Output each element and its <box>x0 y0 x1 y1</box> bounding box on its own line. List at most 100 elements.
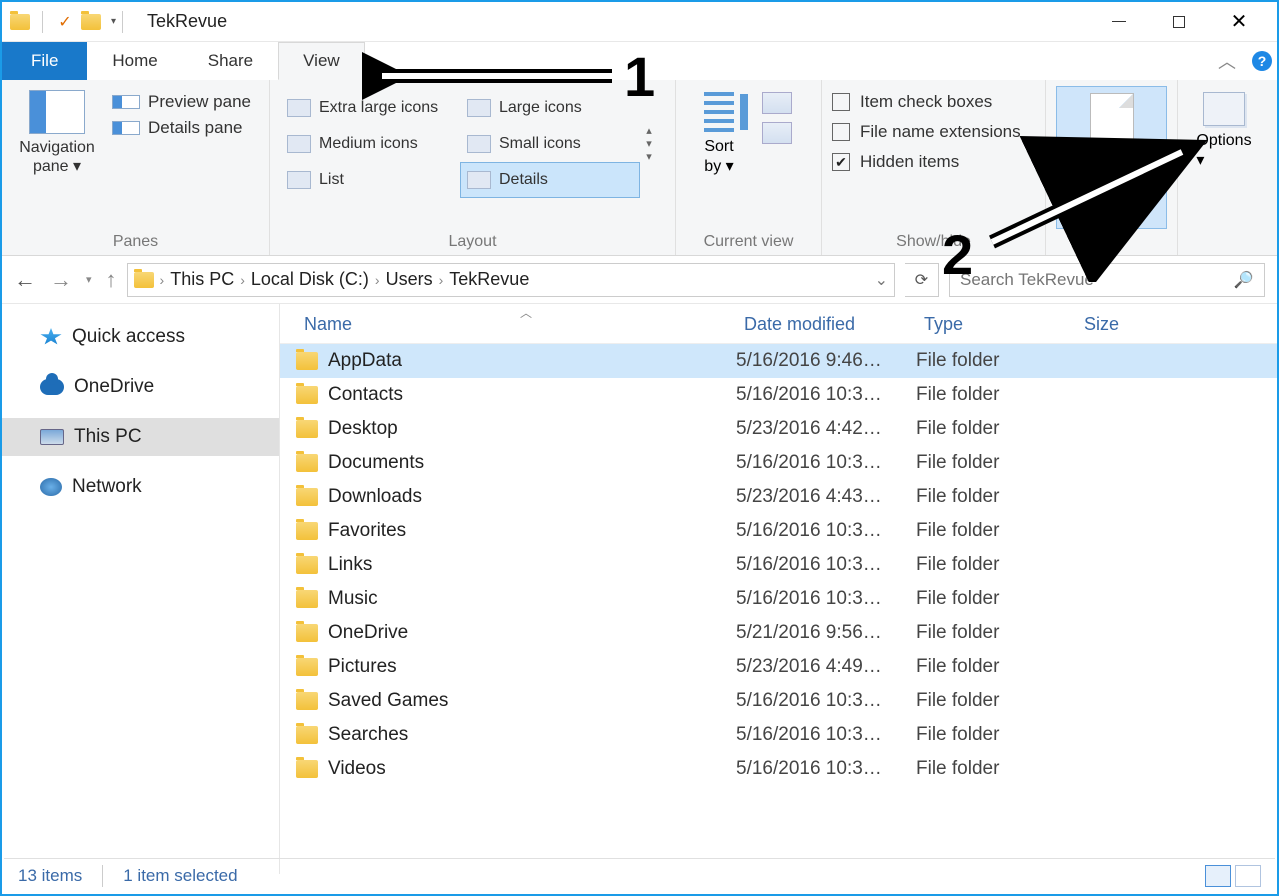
chevron-right-icon[interactable]: › <box>160 272 165 288</box>
file-name: Contacts <box>328 384 403 406</box>
address-dropdown-icon[interactable]: ⌄ <box>875 270 888 290</box>
file-row[interactable]: Links5/16/2016 10:3…File folder <box>280 548 1277 582</box>
close-button[interactable]: ✕ <box>1209 2 1269 42</box>
maximize-button[interactable] <box>1149 2 1209 42</box>
layout-large-icons[interactable]: Large icons <box>460 90 640 126</box>
file-row[interactable]: AppData5/16/2016 9:46…File folder <box>280 344 1277 378</box>
layout-medium-icons[interactable]: Medium icons <box>280 126 460 162</box>
add-columns-button[interactable] <box>762 92 792 114</box>
layout-details[interactable]: Details <box>460 162 640 198</box>
window-controls: ✕ <box>1089 2 1269 42</box>
breadcrumb-users[interactable]: Users <box>386 269 433 290</box>
file-row[interactable]: Favorites5/16/2016 10:3…File folder <box>280 514 1277 548</box>
file-name-extensions-toggle[interactable]: File name extensions <box>832 122 1021 142</box>
layout-scroll[interactable]: ▴▾▾ <box>640 90 658 198</box>
file-type: File folder <box>916 554 1076 576</box>
layout-small-icons[interactable]: Small icons <box>460 126 640 162</box>
properties-icon[interactable]: ✓ <box>55 12 75 32</box>
group-hide-selected: Hide selected items <box>1046 80 1178 255</box>
file-row[interactable]: Downloads5/23/2016 4:43…File folder <box>280 480 1277 514</box>
cloud-icon <box>40 379 64 395</box>
thumbnails-view-icon[interactable] <box>1235 865 1261 887</box>
options-button[interactable]: Options▾ <box>1188 86 1260 229</box>
file-row[interactable]: Videos5/16/2016 10:3…File folder <box>280 752 1277 786</box>
file-row[interactable]: Pictures5/23/2016 4:49…File folder <box>280 650 1277 684</box>
qat-dropdown-icon[interactable]: ▾ <box>111 16 116 27</box>
tab-file[interactable]: File <box>2 42 87 80</box>
item-check-boxes-toggle[interactable]: Item check boxes <box>832 92 1021 112</box>
layout-extra-large-icons[interactable]: Extra large icons <box>280 90 460 126</box>
sidebar-quick-access[interactable]: Quick access <box>2 318 279 356</box>
minimize-button[interactable] <box>1089 2 1149 42</box>
group-show-hide: Item check boxes File name extensions Hi… <box>822 80 1046 255</box>
group-panes: Navigation pane ▾ Preview pane Details p… <box>2 80 270 255</box>
file-name: Saved Games <box>328 690 448 712</box>
chevron-right-icon[interactable]: › <box>240 272 245 288</box>
help-icon: ? <box>1252 51 1272 71</box>
file-row[interactable]: Contacts5/16/2016 10:3…File folder <box>280 378 1277 412</box>
preview-pane-button[interactable]: Preview pane <box>112 92 251 112</box>
header-type[interactable]: Type <box>916 314 1076 335</box>
layout-icon <box>287 171 311 189</box>
file-row[interactable]: OneDrive5/21/2016 9:56…File folder <box>280 616 1277 650</box>
chevron-right-icon[interactable]: › <box>375 272 380 288</box>
up-button[interactable]: ↑ <box>106 267 117 293</box>
refresh-button[interactable]: ⟳ <box>905 263 939 297</box>
address-bar-row: ← → ▾ ↑ › This PC › Local Disk (C:) › Us… <box>2 256 1277 304</box>
sidebar-this-pc[interactable]: This PC <box>2 418 279 456</box>
checkbox-checked-icon <box>832 153 850 171</box>
file-row[interactable]: Desktop5/23/2016 4:42…File folder <box>280 412 1277 446</box>
file-name: OneDrive <box>328 622 408 644</box>
sidebar-network[interactable]: Network <box>2 468 279 506</box>
forward-button[interactable]: → <box>50 267 72 293</box>
hidden-items-toggle[interactable]: Hidden items <box>832 152 1021 172</box>
help-button[interactable]: ? <box>1247 42 1277 80</box>
navigation-pane-label: Navigation pane ▾ <box>19 138 95 176</box>
breadcrumb-current[interactable]: TekRevue <box>449 269 529 290</box>
file-type: File folder <box>916 452 1076 474</box>
header-date[interactable]: Date modified <box>736 314 916 335</box>
file-row[interactable]: Music5/16/2016 10:3…File folder <box>280 582 1277 616</box>
window-title: TekRevue <box>147 11 227 32</box>
file-date: 5/16/2016 10:3… <box>736 690 916 712</box>
chevron-right-icon[interactable]: › <box>439 272 444 288</box>
down-icon: ▾ <box>646 139 652 150</box>
new-folder-icon[interactable] <box>81 14 101 30</box>
header-size[interactable]: Size <box>1076 314 1176 335</box>
search-input[interactable] <box>960 270 1234 290</box>
navigation-pane-button[interactable]: Navigation pane ▾ <box>12 86 102 229</box>
folder-icon <box>296 556 318 574</box>
folder-icon <box>296 352 318 370</box>
sort-by-button[interactable]: Sort by ▾ <box>686 86 752 229</box>
back-button[interactable]: ← <box>14 267 36 293</box>
star-icon <box>40 328 62 346</box>
search-box[interactable]: 🔍 <box>949 263 1265 297</box>
details-view-icon[interactable] <box>1205 865 1231 887</box>
tab-home[interactable]: Home <box>87 42 182 80</box>
file-row[interactable]: Documents5/16/2016 10:3…File folder <box>280 446 1277 480</box>
history-dropdown-icon[interactable]: ▾ <box>86 273 92 286</box>
file-type: File folder <box>916 690 1076 712</box>
hide-selected-items-button[interactable]: Hide selected items <box>1056 86 1167 229</box>
collapse-ribbon-icon[interactable]: ︿ <box>1207 42 1247 80</box>
header-name[interactable]: Name <box>296 314 736 335</box>
file-date: 5/16/2016 10:3… <box>736 724 916 746</box>
file-row[interactable]: Searches5/16/2016 10:3…File folder <box>280 718 1277 752</box>
options-label: Options▾ <box>1196 132 1251 170</box>
sidebar-onedrive[interactable]: OneDrive <box>2 368 279 406</box>
tab-share[interactable]: Share <box>183 42 278 80</box>
breadcrumb-this-pc[interactable]: This PC <box>170 269 234 290</box>
search-icon[interactable]: 🔍 <box>1234 270 1254 290</box>
separator <box>122 11 123 33</box>
group-layout: Extra large icons Large icons ▴▾▾ Medium… <box>270 80 676 255</box>
layout-list[interactable]: List <box>280 162 460 198</box>
file-row[interactable]: Saved Games 5/16/2016 10:3…File folder <box>280 684 1277 718</box>
file-name: Videos <box>328 758 386 780</box>
address-bar[interactable]: › This PC › Local Disk (C:) › Users › Te… <box>127 263 895 297</box>
breadcrumb-disk[interactable]: Local Disk (C:) <box>251 269 369 290</box>
checkbox-icon <box>832 123 850 141</box>
details-pane-button[interactable]: Details pane <box>112 118 251 138</box>
file-name: Searches <box>328 724 408 746</box>
tab-view[interactable]: View <box>278 42 365 80</box>
size-columns-button[interactable] <box>762 122 792 144</box>
